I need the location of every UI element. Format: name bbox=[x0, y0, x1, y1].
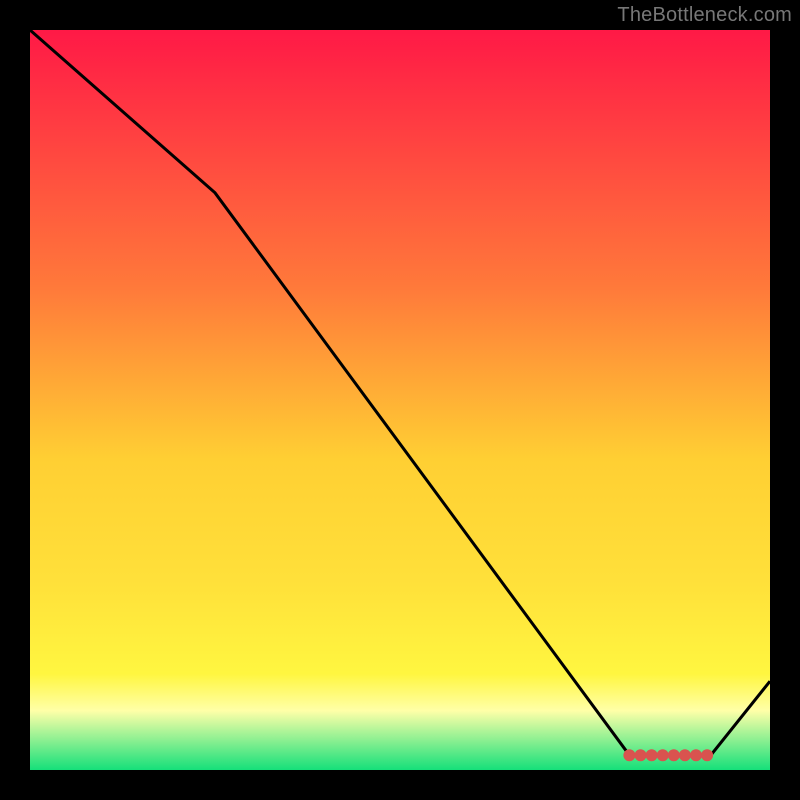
data-marker bbox=[690, 749, 702, 761]
data-marker bbox=[679, 749, 691, 761]
chart-frame: TheBottleneck.com bbox=[0, 0, 800, 800]
attribution-label: TheBottleneck.com bbox=[617, 4, 792, 27]
data-marker bbox=[657, 749, 669, 761]
data-marker bbox=[635, 749, 647, 761]
plot-area bbox=[30, 30, 770, 770]
chart-svg bbox=[30, 30, 770, 770]
data-marker bbox=[701, 749, 713, 761]
data-marker bbox=[623, 749, 635, 761]
data-marker bbox=[646, 749, 658, 761]
gradient-background bbox=[30, 30, 770, 770]
data-marker bbox=[668, 749, 680, 761]
